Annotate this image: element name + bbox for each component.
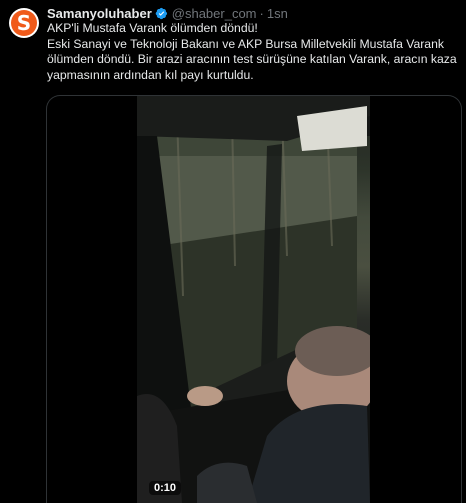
samanyolu-logo-icon: S <box>11 10 37 36</box>
timestamp[interactable]: 1sn <box>267 6 288 21</box>
video-duration: 0:10 <box>149 481 182 495</box>
tweet-body: Eski Sanayi ve Teknoloji Bakanı ve AKP B… <box>47 36 457 82</box>
author-handle[interactable]: @shaber_com <box>172 6 257 21</box>
video-player[interactable]: 0:10 <box>137 96 370 503</box>
video-frame <box>137 96 370 503</box>
separator-dot: · <box>259 5 264 21</box>
verified-badge-icon <box>155 7 168 20</box>
tweet-text: AKP'li Mustafa Varank ölümden döndü! Esk… <box>47 21 458 83</box>
video-container[interactable]: 0:10 <box>46 95 462 503</box>
tweet-headline: AKP'li Mustafa Varank ölümden döndü! <box>47 21 258 35</box>
avatar[interactable]: S <box>9 8 39 38</box>
tweet-header: Samanyoluhaber @shaber_com · 1sn <box>47 4 458 22</box>
author-name[interactable]: Samanyoluhaber <box>47 6 152 21</box>
